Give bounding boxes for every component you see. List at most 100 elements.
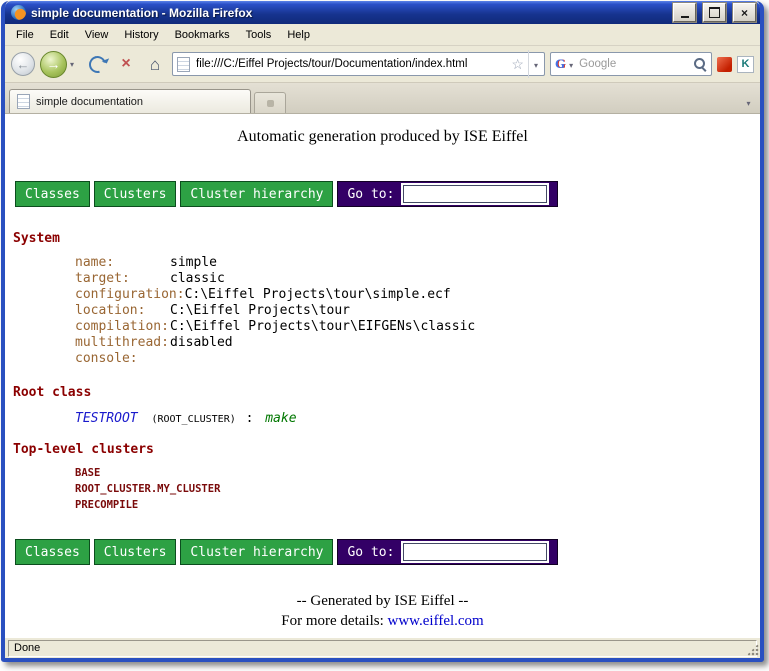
cluster-hierarchy-button[interactable]: Cluster hierarchy: [180, 181, 333, 207]
addon-red-icon[interactable]: [717, 57, 732, 72]
titlebar[interactable]: simple documentation - Mozilla Firefox ×: [5, 1, 760, 24]
search-input[interactable]: [577, 57, 689, 71]
page-footer: -- Generated by ISE Eiffel -- For more d…: [5, 591, 760, 631]
forward-arrow-icon: →: [47, 56, 61, 72]
menu-item-view[interactable]: View: [77, 26, 117, 44]
details-label: For more details:: [281, 613, 387, 629]
clusters-button[interactable]: Clusters: [94, 539, 177, 565]
goto-box: Go to:: [337, 539, 558, 565]
property-key: configuration:: [75, 287, 185, 303]
reload-button[interactable]: [85, 52, 109, 76]
tab-label: simple documentation: [36, 96, 143, 108]
property-value: C:\Eiffel Projects\tour: [170, 303, 350, 318]
search-engine-dropdown[interactable]: ▾: [569, 55, 573, 73]
property-value: C:\Eiffel Projects\tour\simple.ecf: [185, 287, 451, 302]
creation-feature-link[interactable]: make: [265, 411, 296, 426]
goto-label: Go to:: [347, 187, 394, 202]
goto-input[interactable]: [403, 543, 547, 561]
root-cluster-name: (ROOT_CLUSTER): [151, 414, 235, 425]
goto-label: Go to:: [347, 545, 394, 560]
stop-icon: ×: [121, 56, 130, 72]
status-text: Done: [14, 642, 40, 654]
page-title: Automatic generation produced by ISE Eif…: [5, 128, 760, 146]
tab-bar: simple documentation ▾: [5, 83, 760, 114]
system-row: compilation:C:\Eiffel Projects\tour\EIFG…: [75, 319, 760, 335]
system-properties: name:simple target:classic configuration…: [75, 255, 760, 367]
tab-simple-documentation[interactable]: simple documentation: [9, 89, 251, 113]
eiffel-site-link[interactable]: www.eiffel.com: [388, 613, 484, 629]
top-level-clusters-heading: Top-level clusters: [13, 442, 760, 457]
root-class-link[interactable]: TESTROOT: [75, 411, 138, 426]
page-favicon-icon: [177, 57, 190, 72]
property-key: target:: [75, 271, 170, 287]
details-line: For more details: www.eiffel.com: [5, 611, 760, 631]
browser-window: simple documentation - Mozilla Firefox ×…: [1, 1, 764, 662]
window-title: simple documentation - Mozilla Firefox: [31, 6, 666, 20]
minimize-icon: [681, 16, 689, 18]
bookmark-star-icon[interactable]: ☆: [511, 57, 524, 71]
firefox-logo-icon: [11, 5, 26, 20]
system-row: console:: [75, 351, 760, 367]
property-value: classic: [170, 271, 225, 286]
minimize-button[interactable]: [673, 3, 696, 22]
cluster-hierarchy-button[interactable]: Cluster hierarchy: [180, 539, 333, 565]
system-row: configuration:C:\Eiffel Projects\tour\si…: [75, 287, 760, 303]
search-icon[interactable]: [693, 57, 707, 71]
goto-box: Go to:: [337, 181, 558, 207]
menu-item-help[interactable]: Help: [279, 26, 318, 44]
menu-item-history[interactable]: History: [116, 26, 166, 44]
property-key: name:: [75, 255, 170, 271]
forward-button[interactable]: →: [40, 51, 67, 78]
status-panel: Done: [8, 640, 757, 657]
cluster-list: BASE ROOT_CLUSTER.MY_CLUSTER PRECOMPILE: [75, 465, 760, 513]
history-dropdown-button[interactable]: ▾: [70, 60, 80, 69]
chevron-down-icon: ▾: [534, 61, 538, 70]
system-row: multithread:disabled: [75, 335, 760, 351]
root-separator: :: [246, 411, 254, 426]
goto-input[interactable]: [403, 185, 547, 203]
page-content: Automatic generation produced by ISE Eif…: [5, 114, 760, 637]
cluster-link-root-cluster[interactable]: ROOT_CLUSTER.MY_CLUSTER: [75, 481, 760, 497]
search-bar[interactable]: G ▾: [550, 52, 712, 76]
doc-navbar-top: Classes Clusters Cluster hierarchy Go to…: [15, 181, 760, 207]
chevron-down-icon: ▾: [569, 61, 573, 70]
addon-k-icon[interactable]: K: [737, 56, 754, 73]
property-key: console:: [75, 351, 170, 367]
property-value: C:\Eiffel Projects\tour\EIFGENs\classic: [170, 319, 475, 334]
home-icon: ⌂: [150, 56, 160, 73]
system-row: target:classic: [75, 271, 760, 287]
tab-favicon-icon: [17, 94, 30, 109]
tab-stub-icon: [267, 100, 274, 107]
chevron-down-icon: ▾: [70, 60, 74, 69]
menu-item-bookmarks[interactable]: Bookmarks: [167, 26, 238, 44]
status-bar: Done: [5, 637, 760, 658]
property-value: disabled: [170, 335, 233, 350]
maximize-icon: [709, 7, 720, 18]
stop-button[interactable]: ×: [114, 52, 138, 76]
clusters-button[interactable]: Clusters: [94, 181, 177, 207]
tab-list-dropdown[interactable]: ▾: [741, 93, 756, 113]
root-class-heading: Root class: [13, 385, 760, 400]
cluster-link-precompile[interactable]: PRECOMPILE: [75, 497, 760, 513]
address-input[interactable]: [194, 57, 507, 71]
navigation-toolbar: ← → ▾ × ⌂ ☆ ▾ G ▾ K: [5, 46, 760, 83]
close-button[interactable]: ×: [733, 3, 756, 22]
property-value: simple: [170, 255, 217, 270]
reload-icon: [85, 52, 108, 75]
property-key: compilation:: [75, 319, 170, 335]
classes-button[interactable]: Classes: [15, 181, 90, 207]
address-dropdown-button[interactable]: ▾: [528, 50, 540, 78]
maximize-button[interactable]: [703, 3, 726, 22]
cluster-link-base[interactable]: BASE: [75, 465, 760, 481]
menu-item-file[interactable]: File: [8, 26, 42, 44]
address-bar[interactable]: ☆ ▾: [172, 52, 545, 76]
menu-item-tools[interactable]: Tools: [238, 26, 280, 44]
home-button[interactable]: ⌂: [143, 52, 167, 76]
system-row: name:simple: [75, 255, 760, 271]
tab-stub[interactable]: [254, 92, 286, 113]
classes-button[interactable]: Classes: [15, 539, 90, 565]
back-button[interactable]: ←: [11, 52, 35, 76]
generated-by-text: -- Generated by ISE Eiffel --: [5, 591, 760, 611]
google-logo-icon: G: [555, 56, 565, 72]
menu-item-edit[interactable]: Edit: [42, 26, 77, 44]
